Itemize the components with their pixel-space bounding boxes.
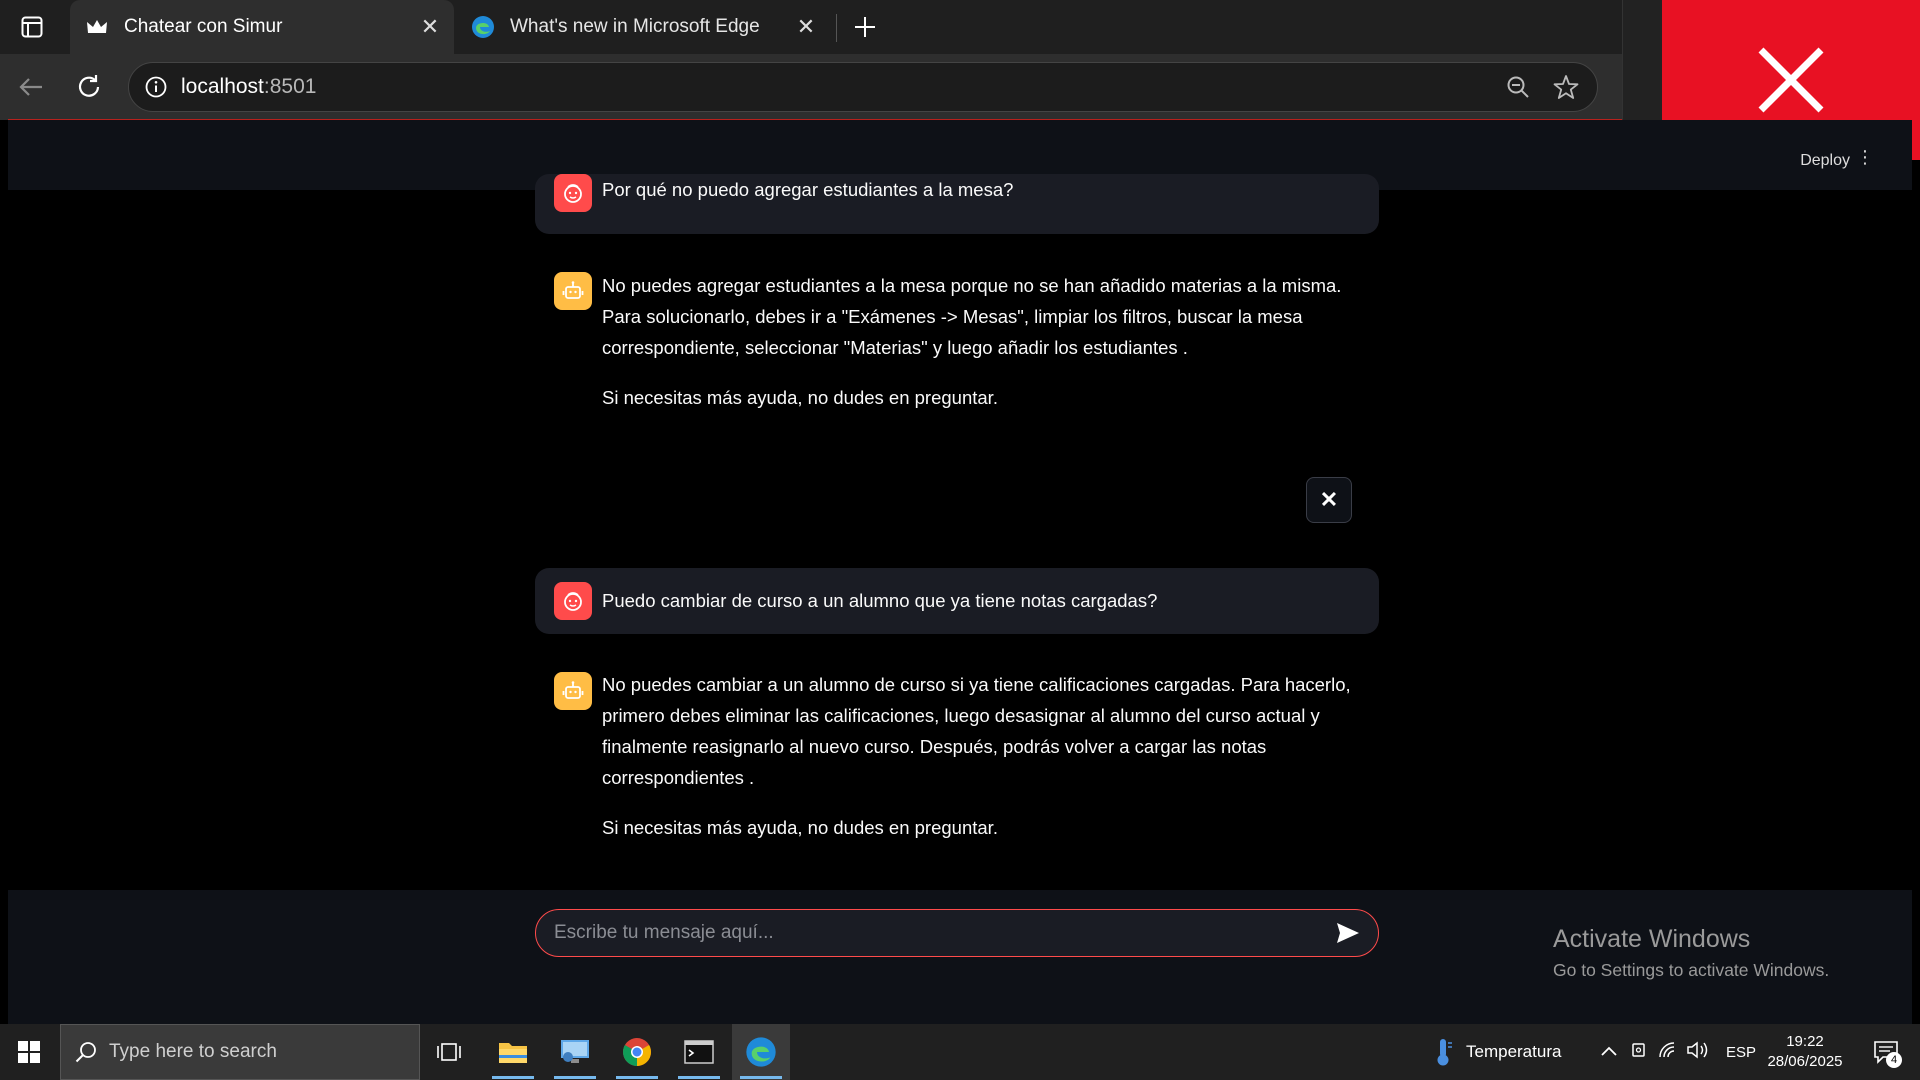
clock-date: 28/06/2025 [1767,1053,1843,1070]
message-paragraph: Si necesitas más ayuda, no dudes en preg… [602,817,998,838]
running-indicator [554,1076,596,1079]
folder-icon [499,1043,527,1063]
meet-now-icon[interactable] [1630,1040,1658,1065]
close-icon [1758,47,1824,113]
task-view-button[interactable] [420,1024,478,1080]
message-paragraph: Si necesitas más ayuda, no dudes en preg… [602,387,998,408]
arrow-left-icon [19,78,42,96]
tab-chatear-con-simur[interactable]: Chatear con Simur ✕ [70,0,454,54]
running-indicator [740,1076,782,1079]
windows-logo-icon [18,1041,40,1063]
url-port: :8501 [263,75,317,98]
thermometer-icon [1437,1039,1452,1066]
message-paragraph: Puedo cambiar de curso a un alumno que y… [602,590,1158,611]
tab-close-icon[interactable]: ✕ [416,13,444,41]
chat-message-user: Por qué no puedo agregar estudiantes a l… [535,174,1379,234]
message-paragraph: Por qué no puedo agregar estudiantes a l… [602,179,1014,200]
taskbar-file-explorer[interactable] [484,1024,542,1080]
running-indicator [678,1076,720,1079]
chevron-up-icon[interactable] [1600,1042,1626,1062]
tab-actions-icon [21,16,43,38]
language-indicator[interactable]: ESP [1726,1044,1756,1061]
new-tab-button[interactable] [848,10,882,44]
chat-message-assistant: No puedes cambiar a un alumno de curso s… [535,672,1379,872]
send-icon [1337,923,1359,943]
network-icon[interactable] [1658,1041,1686,1064]
notification-count-badge: 4 [1886,1052,1902,1068]
tab-title: Chatear con Simur [124,16,283,37]
message-paragraph: No puedes agregar estudiantes a la mesa … [602,275,1342,358]
chat-input-container [535,909,1379,957]
chat-message-input[interactable] [536,922,1328,944]
user-avatar-icon [554,582,592,620]
deploy-button[interactable]: Deploy [1800,152,1850,170]
running-indicator [492,1076,534,1079]
taskbar-clock[interactable]: 19:22 28/06/2025 [1762,1032,1848,1072]
address-bar[interactable]: localhost:8501 [128,62,1598,112]
volume-icon[interactable] [1686,1040,1716,1065]
send-button[interactable] [1328,913,1368,953]
windows-taskbar: Type here to search Temperatura ESP 19:2… [0,1024,1920,1080]
terminal-icon [684,1040,714,1064]
chat-app: Deploy ⋮ Por qué no puedo agregar estudi… [8,120,1912,1024]
message-content: Puedo cambiar de curso a un alumno que y… [602,585,1359,616]
system-tray: ESP [1600,1024,1756,1080]
chrome-icon [623,1038,651,1066]
refresh-button[interactable] [70,68,108,106]
weather-label: Temperatura [1466,1042,1562,1061]
info-icon[interactable] [143,74,169,100]
search-icon [75,1042,96,1063]
refresh-icon [78,75,100,97]
task-view-icon [437,1043,461,1061]
taskbar-search[interactable]: Type here to search [60,1024,420,1080]
browser-toolbar: localhost:8501 [0,54,1622,120]
url-host: localhost [181,75,264,98]
tab-title: What's new in Microsoft Edge [510,16,760,37]
remote-desktop-icon [561,1040,589,1063]
watermark-title: Activate Windows [1553,925,1751,953]
taskbar-terminal[interactable] [670,1024,728,1080]
tab-actions-button[interactable] [12,12,52,42]
tab-separator [836,14,837,42]
edge-icon [470,14,496,40]
url-text[interactable]: localhost:8501 [181,75,1501,99]
taskbar-edge[interactable] [732,1024,790,1080]
start-button[interactable] [0,1024,58,1080]
main-menu-icon[interactable]: ⋮ [1856,148,1874,166]
message-content: No puedes agregar estudiantes a la mesa … [602,270,1359,413]
robot-avatar-icon [554,672,592,710]
message-paragraph: No puedes cambiar a un alumno de curso s… [602,674,1351,788]
robot-avatar-icon [554,272,592,310]
tab-close-icon[interactable]: ✕ [792,13,820,41]
chat-message-assistant: No puedes agregar estudiantes a la mesa … [535,272,1379,412]
notification-center-button[interactable]: 4 [1866,1034,1906,1070]
activate-windows-watermark: Activate Windows Go to Settings to activ… [1553,925,1829,981]
chat-message-user: Puedo cambiar de curso a un alumno que y… [535,568,1379,634]
plus-icon [855,17,875,37]
tab-whats-new-edge[interactable]: What's new in Microsoft Edge ✕ [456,0,830,54]
message-content: Por qué no puedo agregar estudiantes a l… [602,174,1359,205]
taskbar-remote-desktop[interactable] [546,1024,604,1080]
watermark-subtitle: Go to Settings to activate Windows. [1553,960,1830,980]
edge-icon [746,1037,776,1067]
weather-widget[interactable]: Temperatura [1432,1024,1561,1080]
user-avatar-icon [554,174,592,212]
search-placeholder: Type here to search [109,1041,277,1062]
back-button[interactable] [12,68,50,106]
clock-time: 19:22 [1786,1033,1824,1050]
crown-icon [84,14,110,40]
running-indicator [616,1076,658,1079]
zoom-out-icon[interactable] [1501,70,1535,104]
dismiss-button[interactable]: ✕ [1306,477,1352,523]
message-content: No puedes cambiar a un alumno de curso s… [602,669,1359,843]
star-icon[interactable] [1549,70,1583,104]
taskbar-chrome[interactable] [608,1024,666,1080]
